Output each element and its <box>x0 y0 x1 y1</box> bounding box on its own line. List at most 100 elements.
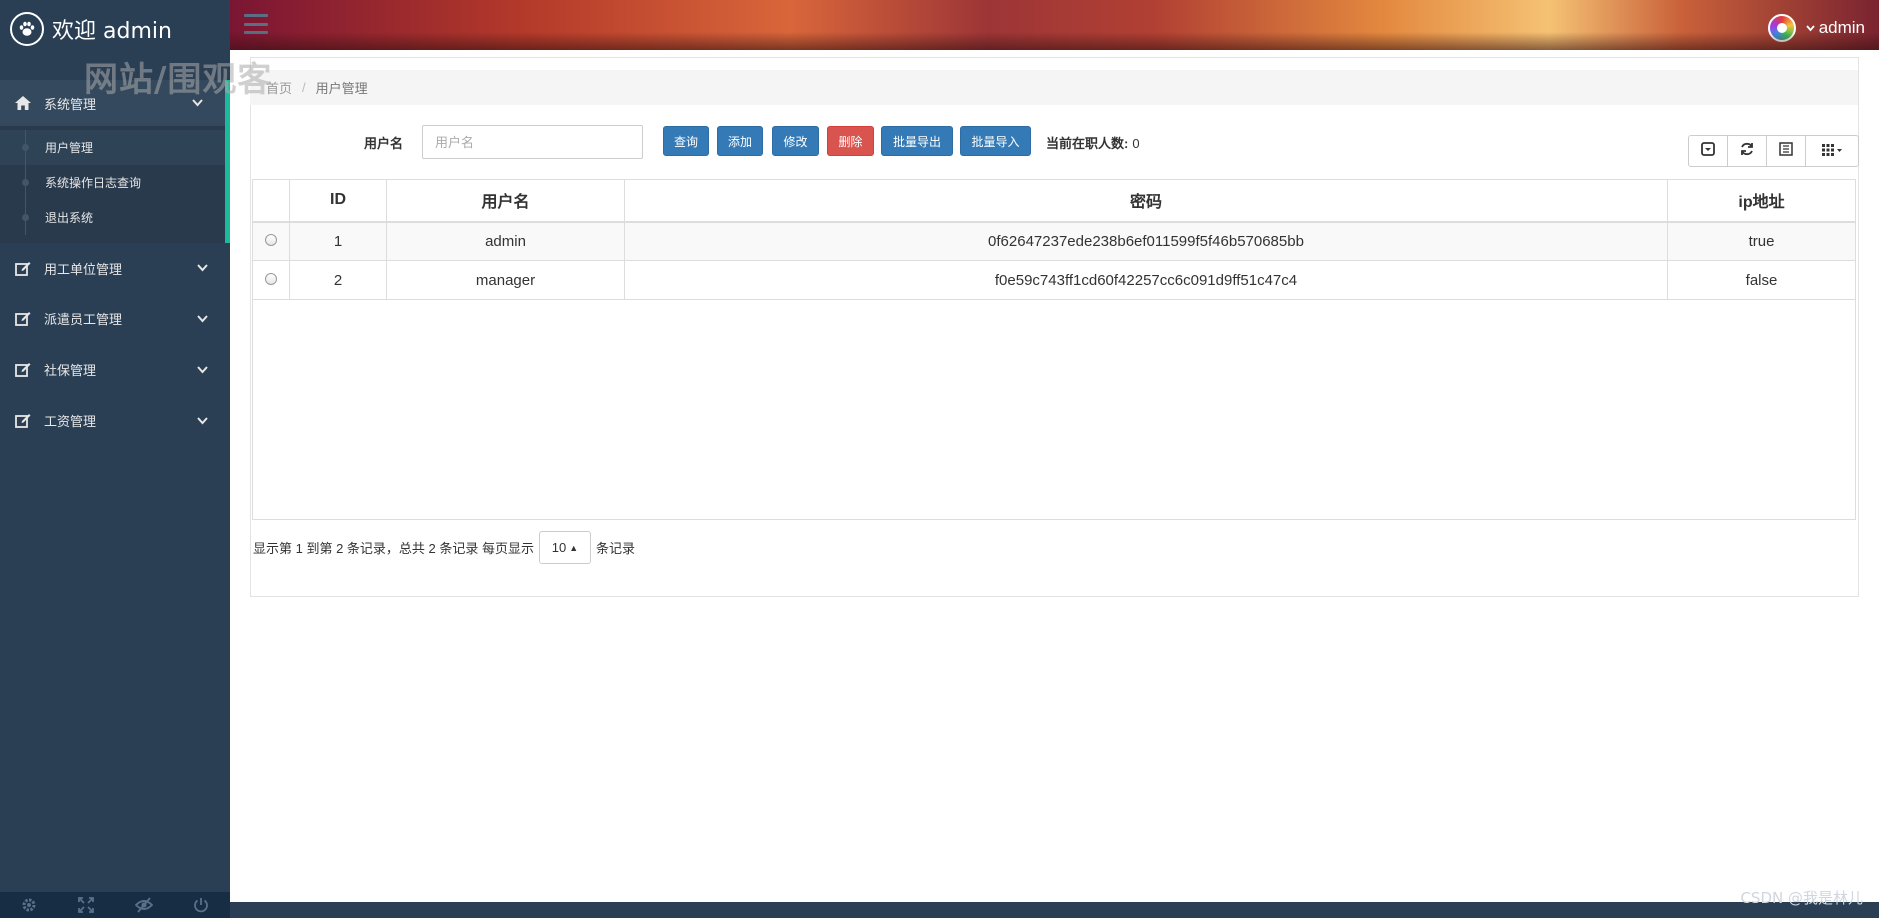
cell-username: manager <box>386 260 625 300</box>
query-button[interactable]: 查询 <box>663 126 709 156</box>
column-header-id[interactable]: ID <box>289 179 387 223</box>
employee-count-label: 当前在职人数: <box>1046 136 1129 151</box>
submenu-system: 用户管理 系统操作日志查询 退出系统 <box>0 126 225 243</box>
breadcrumb: 首页 / 用户管理 <box>250 70 1858 105</box>
menu-group-social-security: 社保管理 <box>0 344 230 395</box>
refresh-icon <box>1740 142 1754 161</box>
employee-count: 当前在职人数: 0 <box>1046 133 1140 152</box>
column-header-password[interactable]: 密码 <box>624 179 1668 223</box>
breadcrumb-separator: / <box>302 80 306 95</box>
edit-icon <box>14 310 32 328</box>
select-column-header <box>252 179 290 223</box>
fullscreen-icon[interactable] <box>77 896 95 914</box>
username-search-input[interactable] <box>422 125 643 159</box>
add-button[interactable]: 添加 <box>717 126 763 156</box>
row-radio[interactable] <box>265 272 277 285</box>
cell-id: 2 <box>289 260 387 300</box>
menu-item-label: 系统管理 <box>44 96 97 112</box>
edit-icon <box>14 412 32 430</box>
eye-slash-icon[interactable] <box>134 896 153 914</box>
brand[interactable]: 欢迎 admin <box>0 0 230 58</box>
cell-ip: true <box>1667 221 1856 261</box>
brand-title: 欢迎 admin <box>52 19 172 44</box>
row-radio[interactable] <box>265 233 277 246</box>
page-size-dropdown[interactable]: 10 ▲ <box>538 531 591 564</box>
sub-item-user-management[interactable]: 用户管理 <box>0 130 225 165</box>
username-label: 用户名 <box>364 136 404 151</box>
menu-item-salary[interactable]: 工资管理 <box>0 395 230 446</box>
collapse-icon <box>1701 141 1715 161</box>
toggle-view-button[interactable] <box>1767 136 1806 166</box>
chevron-down-icon <box>191 97 203 109</box>
bullet-icon <box>22 144 29 151</box>
gear-icon[interactable] <box>20 896 38 914</box>
pagination-suffix: 条记录 <box>595 541 635 556</box>
bullet-icon <box>22 214 29 221</box>
breadcrumb-home[interactable]: 首页 <box>266 78 292 97</box>
edit-icon <box>14 361 32 379</box>
user-table: ID 用户名 密码 ip地址 1 admin 0f62647237ede238b… <box>252 179 1856 300</box>
refresh-button[interactable] <box>1728 136 1767 166</box>
list-alt-icon <box>1779 141 1793 161</box>
row-select-cell <box>252 221 290 261</box>
cell-password: f0e59c743ff1cd60f42257cc6c091d9ff51c47c4 <box>624 260 1668 300</box>
sidebar-menu: 系统管理 用户管理 系统操作日志查询 退出系统 用工单位管理 派遣员工管理 社保… <box>0 80 230 446</box>
chevron-down-icon <box>196 415 208 427</box>
sidebar-footer <box>0 892 230 918</box>
top-navbar: admin <box>230 0 1879 50</box>
edit-icon <box>14 259 32 277</box>
table-header-row: ID 用户名 密码 ip地址 <box>252 179 1856 223</box>
sub-item-label: 系统操作日志查询 <box>45 176 142 190</box>
sub-item-label: 用户管理 <box>45 141 94 155</box>
user-name: admin <box>1818 18 1865 37</box>
menu-item-label: 社保管理 <box>44 363 97 378</box>
menu-item-employer[interactable]: 用工单位管理 <box>0 243 230 293</box>
paw-icon <box>10 12 44 46</box>
grid-icon <box>1821 142 1843 161</box>
batch-import-button[interactable]: 批量导入 <box>960 126 1031 156</box>
menu-group-employer: 用工单位管理 <box>0 243 230 293</box>
menu-item-label: 用工单位管理 <box>44 261 123 277</box>
caret-up-icon: ▲ <box>569 542 579 553</box>
menu-group-system: 系统管理 用户管理 系统操作日志查询 退出系统 <box>0 80 230 243</box>
menu-group-dispatch: 派遣员工管理 <box>0 293 230 344</box>
pagination-summary: 显示第 1 到第 2 条记录，总共 2 条记录 每页显示 <box>253 541 534 556</box>
menu-item-social-security[interactable]: 社保管理 <box>0 344 230 395</box>
column-header-username[interactable]: 用户名 <box>386 179 625 223</box>
chevron-down-icon <box>196 262 208 274</box>
avatar <box>1767 14 1796 42</box>
sub-item-label: 退出系统 <box>45 211 94 225</box>
row-select-cell <box>252 260 290 300</box>
toggle-pagination-button[interactable] <box>1689 136 1728 166</box>
batch-export-button[interactable]: 批量导出 <box>881 126 953 156</box>
bottom-bar <box>230 902 1879 918</box>
menu-item-label: 派遣员工管理 <box>44 312 123 327</box>
cell-id: 1 <box>289 221 387 261</box>
menu-item-system[interactable]: 系统管理 <box>0 80 225 126</box>
column-header-ip[interactable]: ip地址 <box>1667 179 1856 223</box>
chevron-down-icon <box>196 364 208 376</box>
cell-password: 0f62647237ede238b6ef011599f5f46b570685bb <box>624 221 1668 261</box>
search-toolbar: 用户名 查询 添加 修改 删除 批量导出 批量导入 当前在职人数:0 <box>250 120 1858 160</box>
pagination-info: 显示第 1 到第 2 条记录，总共 2 条记录 每页显示 10 ▲ 条记录 <box>253 531 635 564</box>
columns-dropdown-button[interactable] <box>1806 136 1858 166</box>
chevron-down-icon <box>1806 24 1815 32</box>
home-icon <box>14 94 32 112</box>
menu-item-label: 工资管理 <box>44 414 97 429</box>
menu-item-dispatch[interactable]: 派遣员工管理 <box>0 293 230 344</box>
edit-button[interactable]: 修改 <box>772 126 819 156</box>
power-icon[interactable] <box>192 896 210 914</box>
chevron-down-icon <box>196 313 208 325</box>
menu-toggle-icon[interactable] <box>244 14 268 34</box>
page-size-value: 10 <box>551 540 567 555</box>
table-row[interactable]: 2 manager f0e59c743ff1cd60f42257cc6c091d… <box>252 260 1856 300</box>
sub-item-logout[interactable]: 退出系统 <box>0 200 225 235</box>
sub-item-operation-log[interactable]: 系统操作日志查询 <box>0 165 225 200</box>
menu-group-salary: 工资管理 <box>0 395 230 446</box>
footer-watermark: CSDN @我是林儿 <box>1740 889 1863 907</box>
delete-button[interactable]: 删除 <box>827 126 874 156</box>
table-toolbar <box>1688 135 1859 167</box>
table-row[interactable]: 1 admin 0f62647237ede238b6ef011599f5f46b… <box>252 221 1856 261</box>
breadcrumb-current: 用户管理 <box>315 81 368 96</box>
user-menu[interactable]: admin <box>1767 14 1865 42</box>
